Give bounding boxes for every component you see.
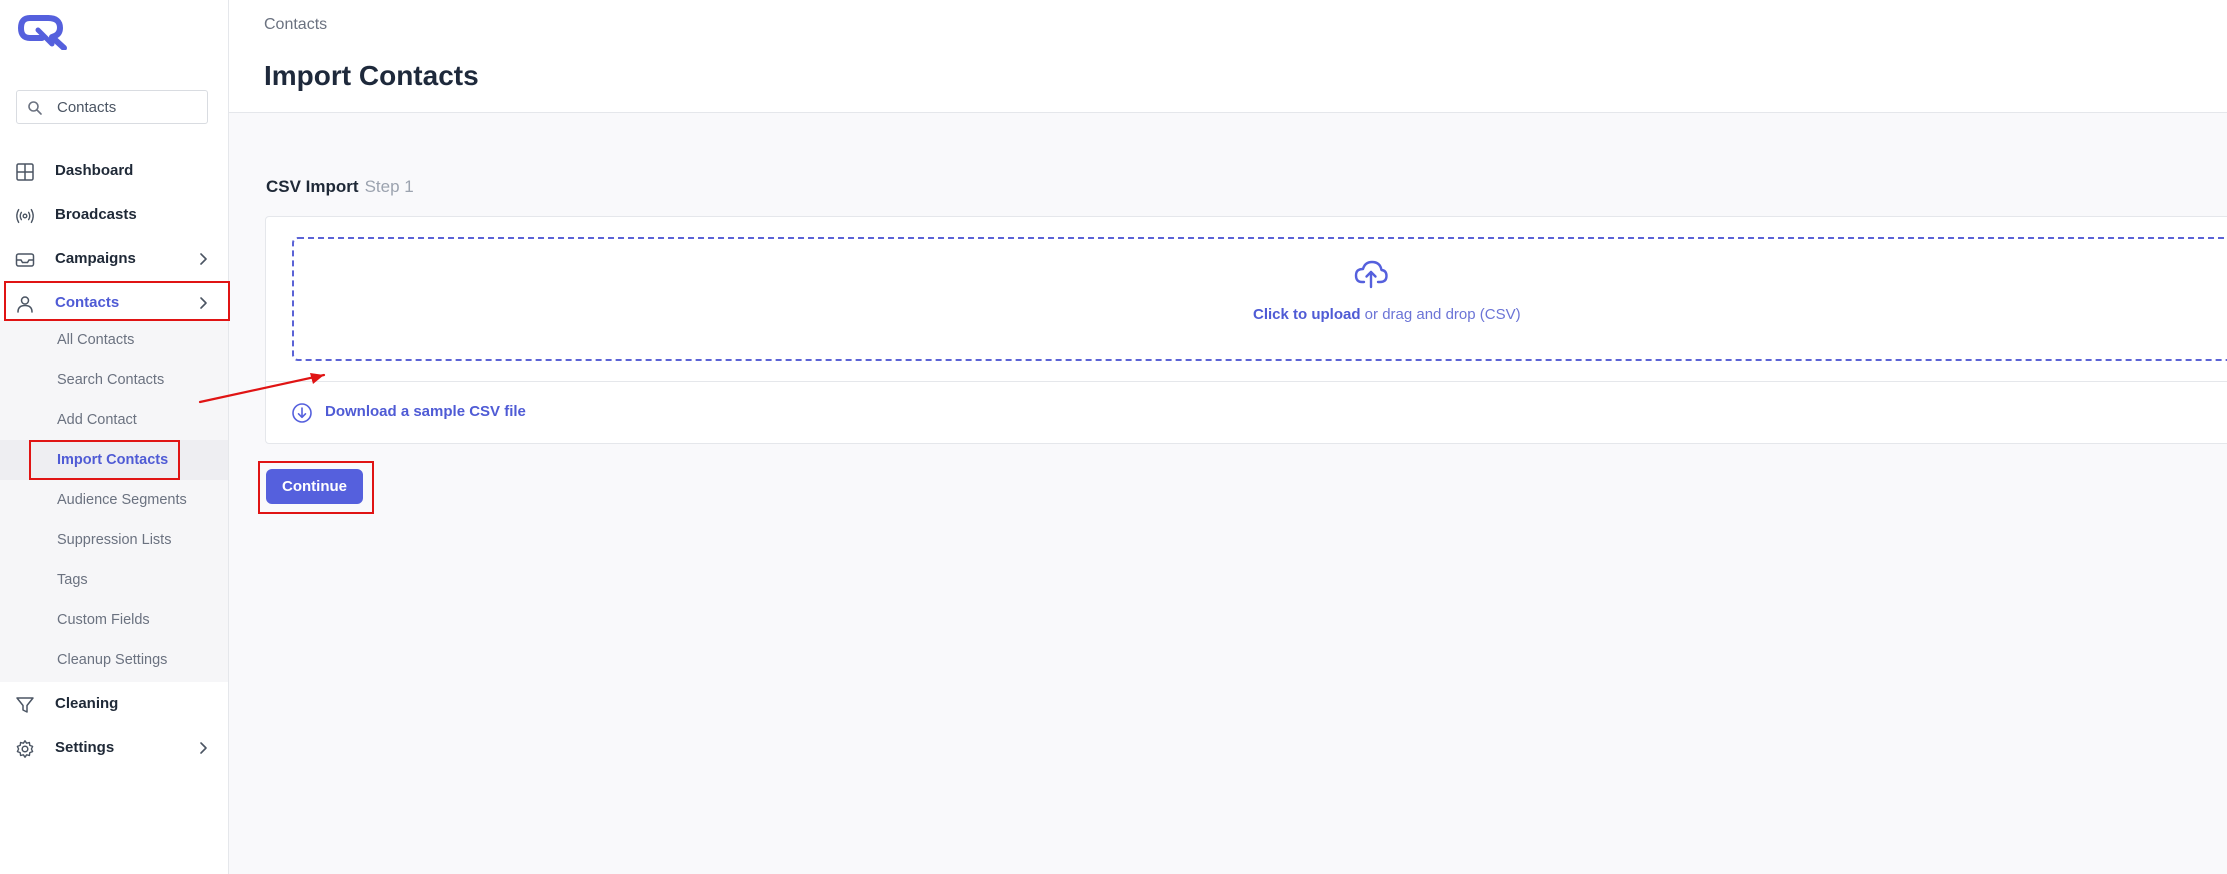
search-icon <box>28 101 42 115</box>
page-title: Import Contacts <box>264 60 479 91</box>
broadcast-icon <box>16 208 34 224</box>
upload-dropzone[interactable] <box>292 237 2227 361</box>
upload-instructions: Click to upload or drag and drop (CSV) <box>1253 306 1521 323</box>
submenu-item-tags[interactable]: Tags <box>0 560 228 600</box>
nav-item-campaigns[interactable]: Campaigns <box>0 239 228 279</box>
sidebar: Dashboard Broadcasts Campaigns Contacts <box>0 0 229 874</box>
nav-item-cleaning[interactable]: Cleaning <box>0 684 228 724</box>
chevron-right-icon <box>200 253 207 265</box>
step-indicator: Step 1 <box>364 177 414 196</box>
highlight-continue <box>258 461 374 514</box>
cloud-upload-icon <box>1354 260 1388 289</box>
card-divider <box>265 381 2227 382</box>
csv-import-card <box>265 216 2227 444</box>
grid-icon <box>16 163 34 181</box>
section-title: CSV Import <box>266 177 359 196</box>
click-to-upload-link[interactable]: Click to upload <box>1253 306 1361 323</box>
main-content: Contacts Import Contacts CSV Import Step … <box>229 0 2227 874</box>
search-input[interactable] <box>57 91 202 123</box>
sidebar-search[interactable] <box>16 90 208 124</box>
upload-hint: or drag and drop (CSV) <box>1360 306 1521 323</box>
page-header: Contacts Import Contacts <box>229 0 2227 113</box>
filter-icon <box>16 697 34 713</box>
nav-label: Broadcasts <box>55 206 137 223</box>
logo-icon[interactable] <box>18 14 68 50</box>
gear-icon <box>16 740 34 758</box>
submenu-item-suppression-lists[interactable]: Suppression Lists <box>0 520 228 560</box>
breadcrumb[interactable]: Contacts <box>264 16 327 34</box>
highlight-import-contacts <box>29 440 180 480</box>
submenu-item-cleanup-settings[interactable]: Cleanup Settings <box>0 640 228 680</box>
highlight-contacts <box>4 281 230 321</box>
download-label: Download a sample CSV file <box>325 403 526 420</box>
submenu-item-all-contacts[interactable]: All Contacts <box>0 320 228 360</box>
annotation-arrow <box>198 373 326 404</box>
chevron-right-icon <box>200 742 207 754</box>
submenu-item-audience-segments[interactable]: Audience Segments <box>0 480 228 520</box>
nav-item-settings[interactable]: Settings <box>0 728 228 768</box>
nav-label: Cleaning <box>55 695 119 712</box>
submenu-item-custom-fields[interactable]: Custom Fields <box>0 600 228 640</box>
section-heading: CSV Import Step 1 <box>266 177 414 197</box>
nav-label: Dashboard <box>55 162 134 179</box>
nav-item-broadcasts[interactable]: Broadcasts <box>0 195 228 235</box>
nav-label: Campaigns <box>55 250 136 267</box>
nav-label: Settings <box>55 739 115 756</box>
inbox-icon <box>15 253 35 267</box>
nav-item-dashboard[interactable]: Dashboard <box>0 151 228 191</box>
